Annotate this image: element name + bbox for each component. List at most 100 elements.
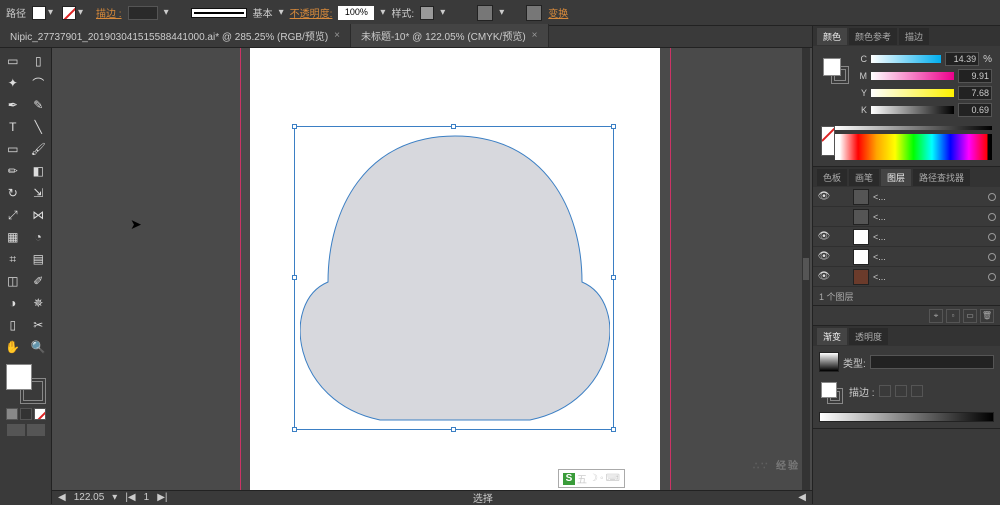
layer-row[interactable]: 👁 <... <box>813 247 1000 267</box>
lasso-tool[interactable]: ⌒ <box>26 72 52 94</box>
value-m[interactable]: 9.91 <box>958 69 992 83</box>
direct-selection-tool[interactable]: ▯ <box>26 50 52 72</box>
value-c[interactable]: 14.39 <box>945 52 979 66</box>
stroke-align-2-icon[interactable] <box>895 385 907 397</box>
fill-stroke-control[interactable] <box>4 362 48 406</box>
panel-fill-swatch[interactable] <box>823 58 841 76</box>
nav-icon[interactable]: ◀ <box>58 492 66 503</box>
grad-fill-swatch[interactable] <box>821 382 837 398</box>
slice-tool[interactable]: ✂ <box>26 314 52 336</box>
bounding-box[interactable] <box>294 126 614 430</box>
rectangle-tool[interactable]: ▭ <box>0 138 26 160</box>
visibility-icon[interactable] <box>817 210 831 224</box>
slider-c[interactable] <box>871 55 941 63</box>
width-tool[interactable]: ⋈ <box>26 204 52 226</box>
brush-definition[interactable] <box>191 8 247 18</box>
gradient-swatch[interactable] <box>819 352 839 372</box>
gradient-ramp[interactable] <box>819 412 994 422</box>
slider-k[interactable] <box>871 106 954 114</box>
target-icon[interactable] <box>988 213 996 221</box>
none-swatch[interactable] <box>821 126 835 156</box>
value-k[interactable]: 0.69 <box>958 103 992 117</box>
chevron-down-icon[interactable]: ▾ <box>48 7 60 19</box>
tab-swatches[interactable]: 色板 <box>817 169 847 186</box>
handle-ne[interactable] <box>611 124 616 129</box>
eraser-tool[interactable]: ◧ <box>26 160 52 182</box>
paintbrush-tool[interactable]: 🖌 <box>26 138 52 160</box>
target-icon[interactable] <box>988 233 996 241</box>
perspective-tool[interactable]: ⌗ <box>0 248 26 270</box>
chevron-down-icon[interactable]: ▾ <box>279 7 284 18</box>
chevron-down-icon[interactable]: ▾ <box>112 492 117 503</box>
tab-stroke[interactable]: 描边 <box>899 28 929 45</box>
target-icon[interactable] <box>988 193 996 201</box>
scrollbar-thumb[interactable] <box>803 258 809 280</box>
layer-name[interactable]: <... <box>873 192 984 202</box>
artboard-number[interactable]: 1 <box>144 492 150 503</box>
new-sublayer-icon[interactable]: ▫ <box>946 309 960 323</box>
handle-s[interactable] <box>451 427 456 432</box>
artboard-tool[interactable]: ▯ <box>0 314 26 336</box>
handle-w[interactable] <box>292 275 297 280</box>
layer-row[interactable]: 👁 <... <box>813 267 1000 287</box>
scroll-left-icon[interactable]: ◀ <box>798 492 806 503</box>
tab-color-guide[interactable]: 颜色参考 <box>849 28 897 45</box>
target-icon[interactable] <box>988 273 996 281</box>
pen-tool[interactable]: ✒ <box>0 94 26 116</box>
chevron-down-icon[interactable]: ▾ <box>164 7 169 18</box>
visibility-icon[interactable]: 👁 <box>817 250 831 264</box>
opacity-link[interactable]: 不透明度: <box>290 5 333 20</box>
artboard-nav-prev-icon[interactable]: |◀ <box>125 492 135 503</box>
stroke-align-1-icon[interactable] <box>879 385 891 397</box>
canvas-area[interactable]: ➤ <box>52 48 812 490</box>
artboard-nav-next-icon[interactable]: ▶| <box>157 492 167 503</box>
mesh-tool[interactable]: ▤ <box>26 248 52 270</box>
chevron-down-icon[interactable]: ▾ <box>440 7 445 18</box>
handle-e[interactable] <box>611 275 616 280</box>
stroke-link[interactable]: 描边 : <box>96 5 122 20</box>
layer-row[interactable]: 👁 <... <box>813 227 1000 247</box>
slider-m[interactable] <box>871 72 954 80</box>
handle-n[interactable] <box>451 124 456 129</box>
tab-document-1[interactable]: Nipic_27737901_201903041515588441000.ai*… <box>0 24 351 47</box>
close-icon[interactable]: × <box>334 30 340 41</box>
layer-name[interactable]: <... <box>873 272 984 282</box>
magic-wand-tool[interactable]: ✦ <box>0 72 26 94</box>
line-tool[interactable]: ╲ <box>26 116 52 138</box>
screen-mode-icon[interactable] <box>7 424 25 436</box>
visibility-icon[interactable]: 👁 <box>817 270 831 284</box>
layer-name[interactable]: <... <box>873 232 984 242</box>
fill-swatch-pair[interactable]: ▾ ▾ <box>32 6 90 20</box>
tab-transparency[interactable]: 透明度 <box>849 328 888 345</box>
gradient-tool[interactable]: ◫ <box>0 270 26 292</box>
blend-tool[interactable]: ◑ <box>0 292 26 314</box>
spectrum-ramp[interactable] <box>835 134 992 160</box>
layer-name[interactable]: <... <box>873 212 984 222</box>
stroke-weight-input[interactable] <box>128 6 158 20</box>
gradient-type-dropdown[interactable] <box>870 355 994 369</box>
tab-gradient[interactable]: 渐变 <box>817 328 847 345</box>
ime-indicator[interactable]: S 五 ☽ ◦ ⌨ <box>558 469 625 488</box>
curvature-tool[interactable]: ✎ <box>26 94 52 116</box>
visibility-icon[interactable]: 👁 <box>817 230 831 244</box>
layer-name[interactable]: <... <box>873 252 984 262</box>
screen-mode-menu-icon[interactable] <box>27 424 45 436</box>
chevron-down-icon[interactable]: ▾ <box>380 7 385 18</box>
tab-brushes[interactable]: 画笔 <box>849 169 879 186</box>
layer-row[interactable]: <... <box>813 207 1000 227</box>
zoom-readout[interactable]: 122.05 <box>74 492 105 503</box>
slider-y[interactable] <box>871 89 954 97</box>
pencil-tool[interactable]: ✏ <box>0 160 26 182</box>
locate-icon[interactable]: ⌖ <box>929 309 943 323</box>
color-mode-icon[interactable] <box>6 408 18 420</box>
value-y[interactable]: 7.68 <box>958 86 992 100</box>
fill-swatch[interactable] <box>32 6 46 20</box>
none-mode-icon[interactable] <box>34 408 46 420</box>
transform-link[interactable]: 变换 <box>548 5 568 20</box>
reflect-tool[interactable]: ⇲ <box>26 182 52 204</box>
selection-tool[interactable]: ▭ <box>0 50 26 72</box>
hand-tool[interactable]: ✋ <box>0 336 26 358</box>
layer-row[interactable]: 👁<... <box>813 187 1000 207</box>
zoom-tool[interactable]: 🔍 <box>26 336 52 358</box>
type-tool[interactable]: T <box>0 116 26 138</box>
